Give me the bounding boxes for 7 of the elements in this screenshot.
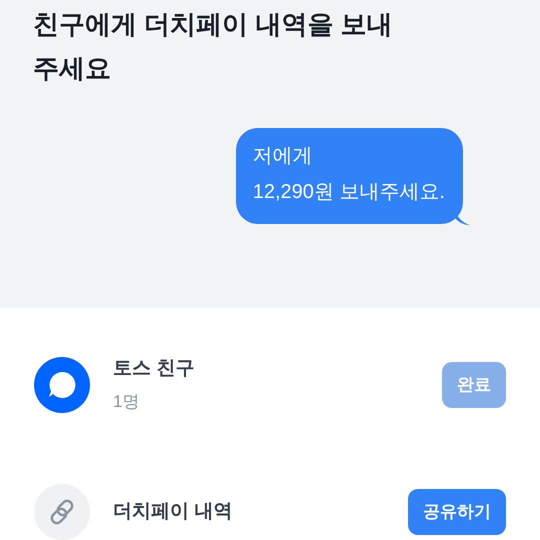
link-icon: [34, 484, 90, 540]
item-subtitle: 1명: [113, 391, 140, 413]
item-title: 토스 친구: [113, 357, 196, 381]
page-title: 친구에게 더치페이 내역을 보내주세요: [33, 8, 393, 85]
chat-bubble-icon: [34, 357, 90, 413]
item-title: 더치페이 내역: [113, 500, 234, 524]
action-button[interactable]: 공유하기: [408, 489, 506, 535]
